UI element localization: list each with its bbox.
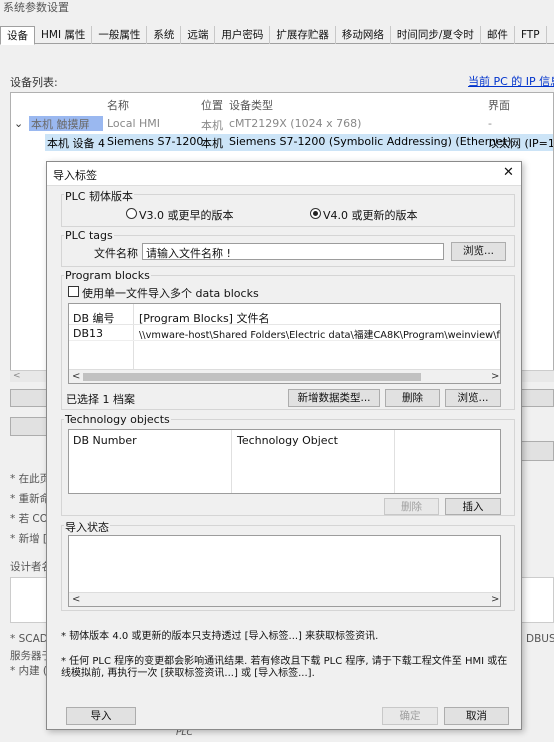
device-interface: -	[488, 117, 492, 130]
close-icon[interactable]: ✕	[503, 165, 514, 180]
firmware-group: PLC 韧体版本 V3.0 或更早的版本 V4.0 或更新的版本	[61, 188, 515, 227]
bg-note: * 重新命	[10, 493, 51, 505]
tab-bar: 设备 HMI 属性 一般属性 系统 远端 用户密码 扩展存贮器 移动网络 时间同…	[0, 26, 554, 45]
multi-db-checkbox[interactable]	[68, 286, 79, 297]
col-db-number: DB Number	[73, 434, 137, 447]
cancel-button[interactable]: 取消	[444, 707, 509, 725]
db-file-path: \\vmware-host\Shared Folders\Electric da…	[139, 330, 501, 341]
bg-bottom-note-right: DBUS	[526, 633, 554, 645]
firmware-note: * 韧体版本 4.0 或更新的版本只支持透过 [导入标签...] 来获取标签资讯…	[61, 631, 379, 642]
device-list-label: 设备列表:	[10, 76, 58, 89]
scroll-right-icon[interactable]: >	[491, 370, 499, 383]
bg-note: * 若 CO	[10, 513, 49, 525]
bg-bottom-note: * SCAD	[10, 633, 48, 645]
tab-ftp[interactable]: FTP	[515, 26, 547, 44]
tab-device[interactable]: 设备	[0, 26, 35, 45]
scroll-right-icon[interactable]: >	[491, 593, 499, 606]
fw-v3-label: V3.0 或更早的版本	[139, 209, 234, 222]
device-row-tag: 本机 触摸屏	[29, 116, 103, 131]
db-list-scrollbar[interactable]: < >	[69, 369, 500, 383]
import-tags-dialog: 导入标签 ✕ PLC 韧体版本 V3.0 或更早的版本 V4.0 或更新的版本 …	[46, 161, 522, 730]
program-blocks-legend: Program blocks	[64, 269, 151, 282]
device-location: 本机	[201, 119, 223, 132]
file-name-label: 文件名称 :	[94, 247, 146, 260]
status-scrollbar[interactable]: < >	[69, 592, 500, 606]
col-tech-object: Technology Object	[237, 434, 338, 447]
tech-object-list[interactable]: DB Number Technology Object	[68, 429, 501, 494]
device-interface: 以太网 (IP=19	[488, 137, 553, 150]
col-name: 名称	[107, 99, 129, 112]
device-name: Siemens S7-1200	[107, 135, 204, 148]
multi-db-label: 使用单一文件导入多个 data blocks	[82, 287, 259, 300]
file-name-input[interactable]: 请输入文件名称 !	[142, 243, 444, 260]
device-location: 本机	[201, 137, 223, 150]
bg-note: * 新增 [	[10, 533, 48, 545]
fw-v4-radio[interactable]	[310, 208, 321, 219]
tab-user-password[interactable]: 用户密码	[215, 26, 271, 44]
scroll-left-icon[interactable]: <	[72, 593, 80, 606]
db-number: DB13	[73, 327, 104, 340]
tech-insert-button[interactable]: 插入	[445, 498, 501, 515]
col-device-type: 设备类型	[229, 99, 273, 112]
device-type: cMT2129X (1024 x 768)	[229, 117, 362, 130]
add-data-type-button[interactable]: 新增数据类型...	[288, 389, 380, 407]
tab-system[interactable]: 系统	[147, 26, 182, 44]
technology-objects-group: Technology objects DB Number Technology …	[61, 413, 515, 516]
blocks-browse-button[interactable]: 浏览...	[445, 389, 501, 407]
fw-v4-label: V4.0 或更新的版本	[323, 209, 418, 222]
device-row-local-hmi[interactable]: ⌄ 本机 触摸屏 Local HMI 本机 cMT2129X (1024 x 7…	[11, 116, 553, 132]
list-item[interactable]: DB13 \\vmware-host\Shared Folders\Electr…	[69, 324, 501, 341]
col-location: 位置	[201, 99, 223, 112]
import-button[interactable]: 导入	[66, 707, 136, 725]
dialog-titlebar: 导入标签 ✕	[47, 162, 521, 186]
dialog-title: 导入标签	[53, 169, 97, 182]
device-name: Local HMI	[107, 117, 161, 130]
tab-remote[interactable]: 远端	[181, 26, 216, 44]
tech-objects-legend: Technology objects	[64, 413, 171, 426]
bg-note: * 在此页	[10, 473, 51, 485]
ok-button[interactable]: 确定	[382, 707, 438, 725]
db-file-list[interactable]: DB 编号 [Program Blocks] 文件名 DB13 \\vmware…	[68, 303, 501, 384]
expand-chevron-icon[interactable]: ⌄	[14, 117, 23, 130]
tags-browse-button[interactable]: 浏览...	[451, 242, 506, 261]
tab-ext-storage[interactable]: 扩展存贮器	[270, 26, 336, 44]
tab-mail[interactable]: 邮件	[481, 26, 515, 44]
tab-general[interactable]: 一般属性	[92, 26, 148, 44]
plc-tags-legend: PLC tags	[64, 229, 114, 242]
firmware-legend: PLC 韧体版本	[64, 188, 134, 204]
scroll-left-icon[interactable]: <	[72, 370, 80, 383]
import-status-box[interactable]: < >	[68, 535, 501, 607]
import-status-legend: 导入状态	[64, 519, 110, 535]
fw-v3-radio[interactable]	[126, 208, 137, 219]
device-row-tag: 本机 设备 4	[47, 137, 105, 150]
selected-count: 已选择 1 档案	[66, 393, 135, 406]
tab-mobile-network[interactable]: 移动网络	[336, 26, 391, 44]
tech-delete-button[interactable]: 删除	[384, 498, 439, 515]
pc-ip-info-link[interactable]: 当前 PC 的 IP 信息	[468, 73, 554, 89]
bg-bottom-note: * 内建 (	[10, 665, 48, 677]
program-blocks-group: Program blocks 使用单一文件导入多个 data blocks DB…	[61, 269, 515, 410]
tab-hmi-props[interactable]: HMI 属性	[35, 26, 93, 44]
col-interface: 界面	[488, 99, 510, 112]
blocks-delete-button[interactable]: 删除	[385, 389, 440, 407]
window-title: 系统参数设置	[3, 1, 69, 14]
device-row-s7-1200[interactable]: 本机 设备 4 Siemens S7-1200 本机 Siemens S7-12…	[45, 134, 553, 151]
program-change-note: * 任何 PLC 程序的变更都会影响通讯结果. 若有修改且下载 PLC 程序, …	[61, 656, 508, 679]
bg-button[interactable]	[10, 417, 50, 436]
plc-tags-group: PLC tags 文件名称 : 请输入文件名称 ! 浏览...	[61, 229, 515, 267]
import-status-group: 导入状态 < >	[61, 519, 515, 611]
device-type: Siemens S7-1200 (Symbolic Addressing) (E…	[229, 135, 512, 148]
tab-time-sync[interactable]: 时间同步/夏令时	[391, 26, 481, 44]
